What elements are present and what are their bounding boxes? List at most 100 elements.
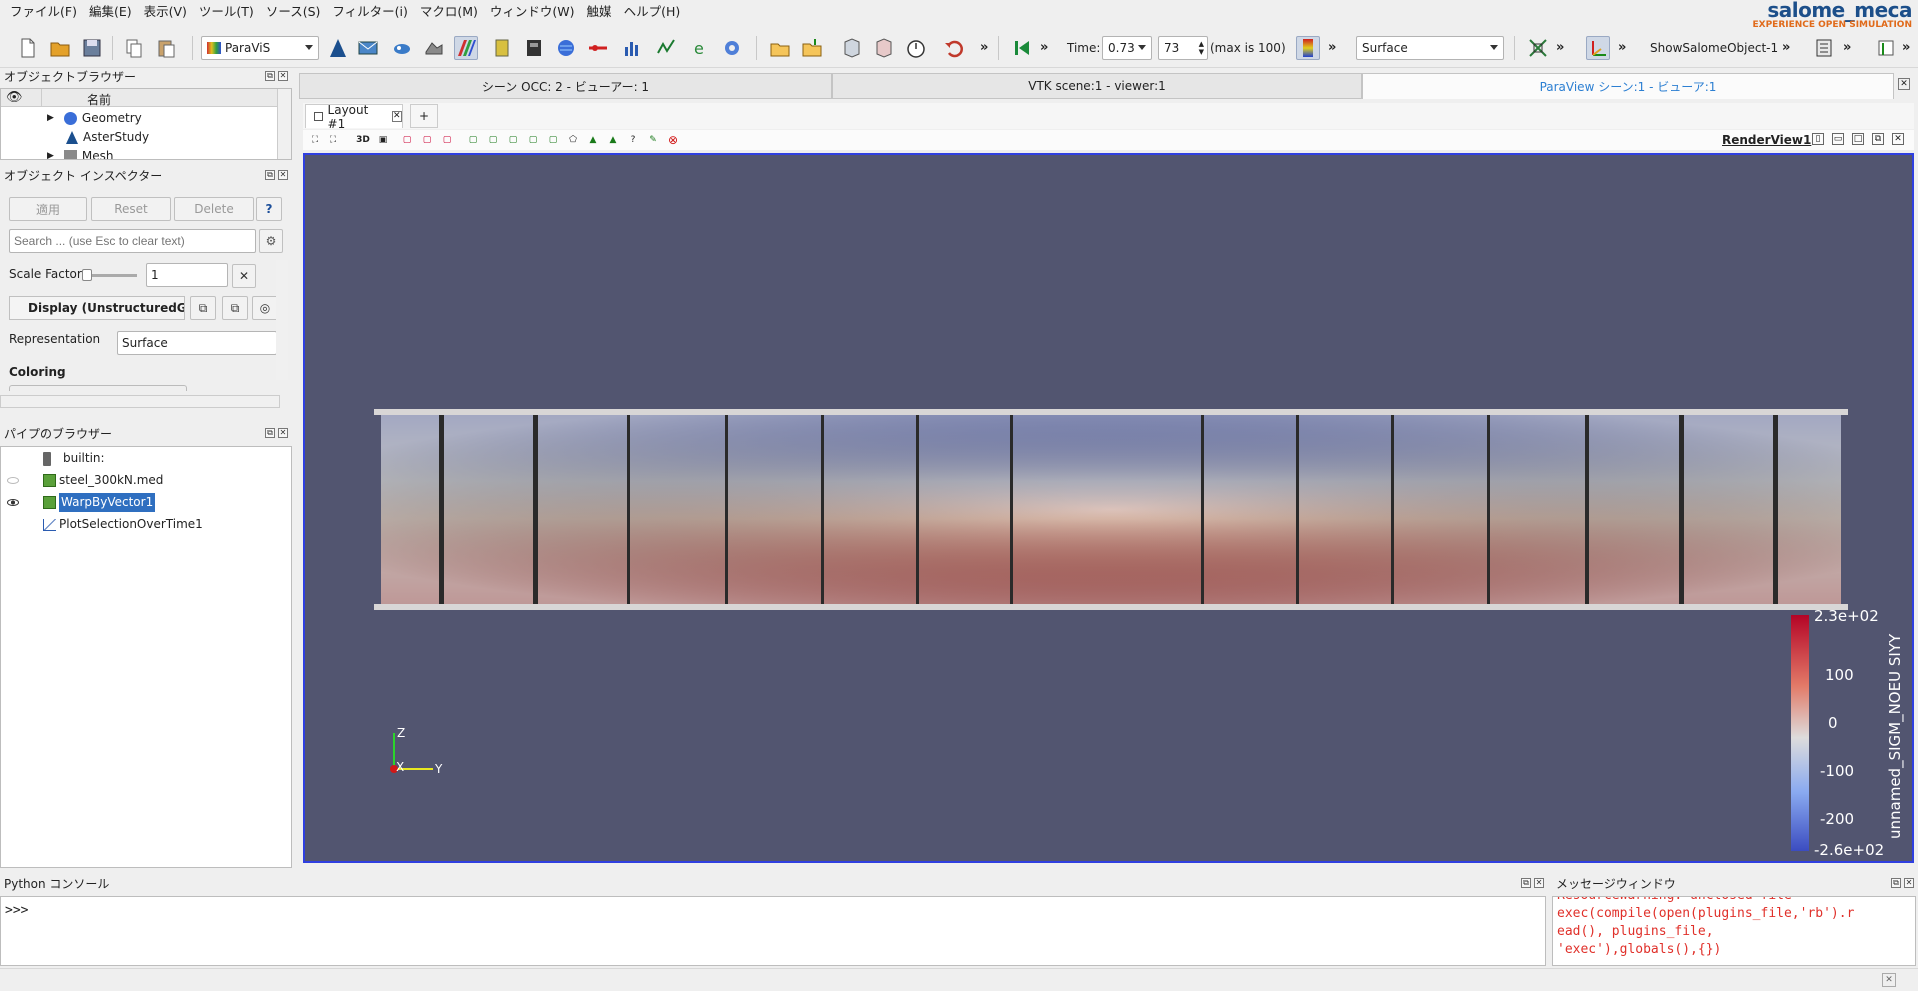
open-file-icon[interactable] xyxy=(48,36,72,60)
gear-icon[interactable] xyxy=(720,36,744,60)
clear-selection-icon[interactable]: ⊗ xyxy=(666,133,680,147)
open-data-icon[interactable] xyxy=(768,36,792,60)
camera-icon[interactable]: ▣ xyxy=(376,133,390,147)
capture-all-icon[interactable]: ⛶ xyxy=(326,133,340,147)
menu-file[interactable]: ファイル(F) xyxy=(4,1,83,23)
float-icon[interactable]: ⧉ xyxy=(265,428,275,438)
scale-factor-input[interactable]: 1 xyxy=(146,263,228,287)
pick-center-icon[interactable]: ✎ xyxy=(646,133,660,147)
close-frame-icon[interactable]: ✕ xyxy=(1892,133,1904,145)
menu-edit[interactable]: 編集(E) xyxy=(83,1,138,23)
slider-handle[interactable] xyxy=(82,269,92,281)
representation-dropdown[interactable]: Surface xyxy=(117,331,277,355)
scale-reset-icon[interactable]: ✕ xyxy=(232,264,256,288)
float-icon[interactable]: ⧉ xyxy=(265,71,275,81)
copy-display-icon[interactable]: ⧉ xyxy=(190,296,216,320)
restore-view-icon[interactable]: ⧉ xyxy=(1872,133,1884,145)
render-view[interactable]: Z X Y 2.3e+02 100 0 -100 -200 -2.6e+02 u… xyxy=(303,153,1914,863)
float-icon[interactable]: ⧉ xyxy=(1891,878,1901,888)
toolbar-more-7[interactable]: » xyxy=(1843,40,1851,55)
split-horizontal-icon[interactable]: ▯ xyxy=(1812,133,1824,145)
menu-view[interactable]: 表示(V) xyxy=(138,1,193,23)
hover-points-icon[interactable]: ▢ xyxy=(486,133,500,147)
pipeline-icon[interactable] xyxy=(586,36,610,60)
delete-button[interactable]: Delete xyxy=(174,197,254,221)
menu-window[interactable]: ウィンドウ(W) xyxy=(484,1,581,23)
select-frustum-icon[interactable]: ▢ xyxy=(440,133,454,147)
polygon-select-icon[interactable]: ⬠ xyxy=(566,133,580,147)
tab-paraview-scene[interactable]: ParaView シーン:1 - ビューア:1 xyxy=(1362,73,1894,99)
first-frame-icon[interactable] xyxy=(1010,36,1034,60)
globe-icon[interactable] xyxy=(554,36,578,60)
name-column-header[interactable]: 名前 xyxy=(87,91,111,108)
toolbar-more-5[interactable]: » xyxy=(1618,40,1626,55)
layout-tab[interactable]: Layout #1 ✕ xyxy=(305,103,403,131)
save-geometry-icon[interactable] xyxy=(872,36,896,60)
module-select[interactable]: ParaViS xyxy=(201,36,319,60)
object-browser-scrollbar[interactable] xyxy=(277,89,291,159)
pipeline-item-builtin[interactable]: builtin: xyxy=(43,449,105,468)
new-file-icon[interactable] xyxy=(16,36,40,60)
bar-chart-icon[interactable] xyxy=(620,36,644,60)
maximize-view-icon[interactable]: □ xyxy=(1852,133,1864,145)
close-icon[interactable]: ✕ xyxy=(278,428,288,438)
menu-tools[interactable]: ツール(T) xyxy=(193,1,260,23)
capture-icon[interactable]: ⛶ xyxy=(308,133,322,147)
calculator-icon[interactable] xyxy=(1812,36,1836,60)
pipeline-item-plot[interactable]: PlotSelectionOverTime1 xyxy=(43,515,203,534)
advanced-gear-icon[interactable]: ⚙ xyxy=(259,229,283,253)
add-layout-button[interactable]: + xyxy=(410,104,438,128)
filter-shortcut-icon[interactable] xyxy=(1874,36,1898,60)
help-button[interactable]: ? xyxy=(256,197,282,221)
undo-icon[interactable] xyxy=(942,36,966,60)
toolbar-more-3[interactable]: » xyxy=(1328,40,1336,55)
split-vertical-icon[interactable]: ▭ xyxy=(1832,133,1844,145)
toolbar-more-2[interactable]: » xyxy=(1040,40,1048,55)
inspector-horizontal-scrollbar[interactable] xyxy=(0,395,280,408)
toolbar-more-4[interactable]: » xyxy=(1556,40,1564,55)
color-map-editor-icon[interactable] xyxy=(1296,36,1320,60)
pipeline-item-steel[interactable]: steel_300kN.med xyxy=(7,471,163,490)
save-state-icon[interactable] xyxy=(840,36,864,60)
menu-help[interactable]: ヘルプ(H) xyxy=(618,1,687,23)
show-salome-object-label[interactable]: ShowSalomeObject-1 xyxy=(1650,41,1778,55)
float-icon[interactable]: ⧉ xyxy=(1521,878,1531,888)
pipeline-item-warp[interactable]: WarpByVector1 xyxy=(7,493,156,512)
apply-button[interactable]: 適用 xyxy=(9,197,87,221)
line-plot-icon[interactable] xyxy=(654,36,678,60)
shrink-selection-icon[interactable]: ▢ xyxy=(546,133,560,147)
select-cells-icon[interactable]: ▢ xyxy=(400,133,414,147)
representation-select[interactable]: Surface xyxy=(1356,36,1504,60)
timer-icon[interactable] xyxy=(904,36,928,60)
notebook-icon[interactable] xyxy=(490,36,514,60)
menu-sources[interactable]: ソース(S) xyxy=(260,1,327,23)
select-points-icon[interactable]: ▢ xyxy=(420,133,434,147)
mesh-module-icon[interactable] xyxy=(422,36,446,60)
close-icon[interactable]: ✕ xyxy=(1904,878,1914,888)
copy-icon[interactable] xyxy=(122,36,146,60)
close-layout-icon[interactable]: ✕ xyxy=(391,111,402,122)
render-view-label[interactable]: RenderView1 xyxy=(1722,133,1811,147)
close-icon[interactable]: ✕ xyxy=(278,71,288,81)
mode-3d-button[interactable]: 3D xyxy=(352,133,374,147)
block-select-icon[interactable]: ▲ xyxy=(586,133,600,147)
close-icon[interactable]: ✕ xyxy=(278,170,288,180)
python-console[interactable]: >>> xyxy=(0,896,1546,966)
load-state-icon[interactable] xyxy=(800,36,824,60)
reset-camera-icon[interactable] xyxy=(1526,36,1550,60)
toolbar-more-6[interactable]: » xyxy=(1782,40,1790,55)
tab-vtk-scene[interactable]: VTK scene:1 - viewer:1 xyxy=(832,73,1362,99)
expand-arrow-icon[interactable]: ▶ xyxy=(47,147,54,159)
message-window[interactable]: ResourceWarning: unclosed file exec(comp… xyxy=(1552,896,1916,966)
asterstudy-icon[interactable] xyxy=(326,36,350,60)
block-points-icon[interactable]: ▲ xyxy=(606,133,620,147)
tree-item-mesh[interactable]: ▶ Mesh xyxy=(47,147,114,159)
time-step-spinbox[interactable]: 73 ▲ ▼ xyxy=(1158,36,1208,60)
restore-display-icon[interactable]: ◎ xyxy=(252,296,278,320)
tab-occ-scene[interactable]: シーン OCC: 2 - ビューアー: 1 xyxy=(299,73,832,99)
close-view-icon[interactable]: ✕ xyxy=(1898,78,1910,90)
toolbar-more-8[interactable]: » xyxy=(1902,40,1910,55)
paravis-module-icon[interactable] xyxy=(454,36,478,60)
interactive-select-icon[interactable]: ▢ xyxy=(466,133,480,147)
paste-display-icon[interactable]: ⧉ xyxy=(222,296,248,320)
